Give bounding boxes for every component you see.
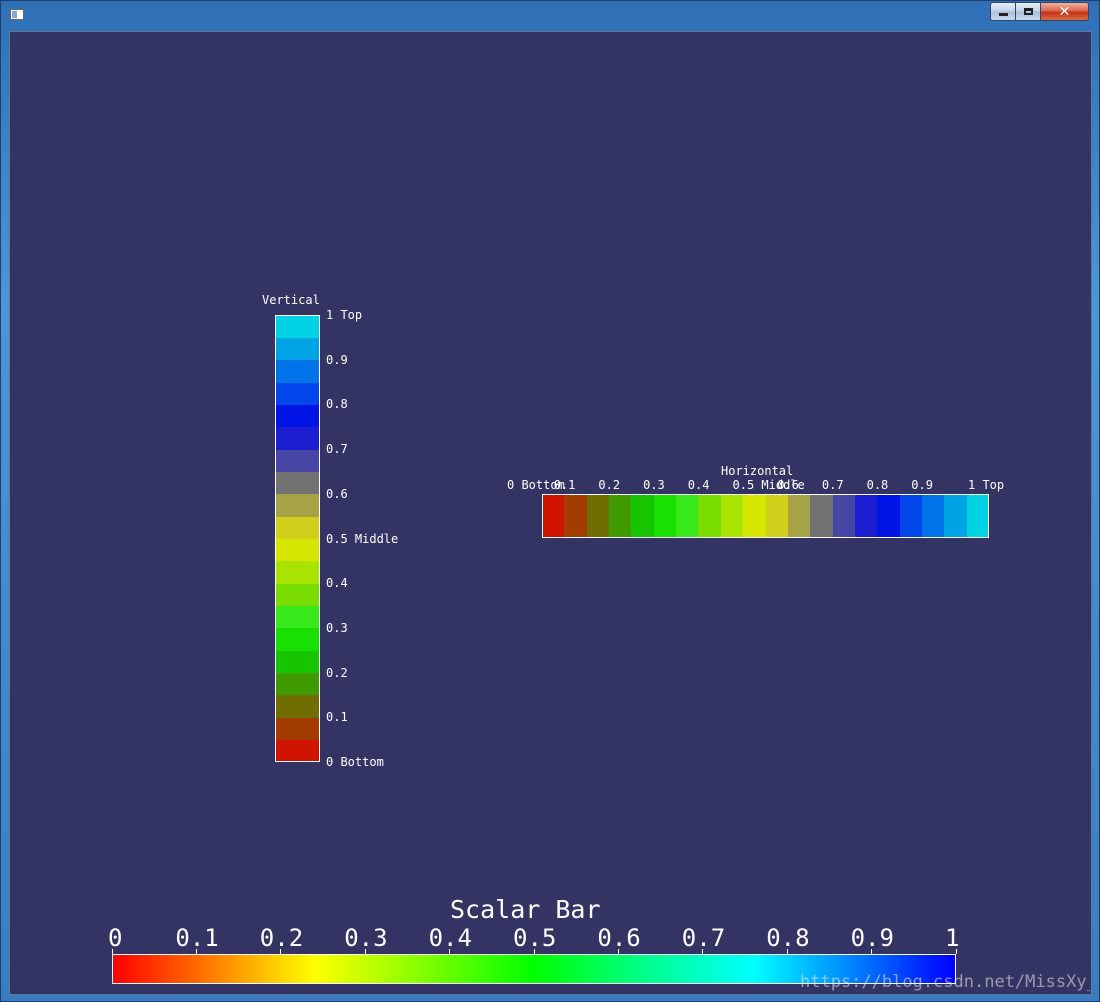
vertical-bar-label: 0.7	[326, 442, 348, 457]
scalar-bar-tick	[617, 949, 619, 954]
scalar-bar-label: 0.7	[681, 924, 726, 952]
horizontal-bar-label: 0.1	[553, 478, 576, 492]
horizontal-bar-label: 1 Top	[968, 478, 1005, 492]
scalar-bar-label: 0.8	[766, 924, 810, 952]
vertical-bar-label: 0.6	[326, 486, 348, 501]
scalar-bar-tick	[533, 949, 535, 954]
vertical-bar-label: 0.5 Middle	[326, 531, 399, 546]
title-bar[interactable]: ✕	[1, 1, 1099, 31]
scalar-bar-tick	[449, 949, 451, 954]
scalar-bar-tick	[364, 949, 366, 954]
scalar-bar-label: 0.6	[597, 924, 641, 952]
watermark-text: https://blog.csdn.net/MissXy_	[800, 972, 1092, 992]
horizontal-bar-label: 0.3	[643, 478, 665, 492]
scalar-bar-title: Scalar Bar	[450, 895, 601, 924]
application-window: ✕ Vertical 1 Top 0.9 0.8 0.7 0.6 0.5 Middle 0.…	[0, 0, 1100, 1002]
horizontal-bar-title: Horizontal	[721, 464, 794, 478]
scalar-bar-tick	[111, 949, 113, 954]
vertical-bar-label: 1 Top	[326, 308, 363, 322]
scalar-bar-tick	[786, 949, 788, 954]
vertical-bar-title: Vertical	[262, 293, 320, 307]
maximize-icon	[1023, 8, 1033, 15]
close-button[interactable]: ✕	[1040, 2, 1089, 21]
minimize-icon	[998, 13, 1008, 16]
scalar-bar-tick	[280, 949, 282, 954]
horizontal-bar-label: 0.2	[598, 478, 621, 492]
scalar-bar-label: 0	[108, 924, 123, 952]
minimize-button[interactable]	[990, 2, 1016, 21]
vertical-bar-label: 0.9	[326, 352, 348, 367]
vertical-bar-frame	[275, 315, 320, 762]
scalar-bar-label: 0.5	[513, 924, 557, 952]
horizontal-bar-label: 0.4	[687, 478, 710, 492]
vertical-bar-label: 0.1	[326, 710, 348, 725]
vertical-bar-label: 0.2	[326, 665, 348, 680]
scalar-bar-label: 0.1	[175, 924, 219, 952]
scalar-bar-tick	[955, 949, 957, 954]
horizontal-bar-label: 0.7	[821, 478, 844, 492]
scalar-bar-label: 1	[945, 924, 960, 952]
vertical-bar-label: 0.8	[326, 397, 348, 412]
maximize-button[interactable]	[1015, 2, 1041, 21]
scalar-bar-tick	[871, 949, 873, 954]
scalar-bar-label: 0.3	[344, 924, 388, 952]
scalar-bar-tick	[195, 949, 197, 954]
scalar-bar-label: 0.9	[850, 924, 894, 952]
scalar-bar-label: 0.4	[428, 924, 472, 952]
scalar-bar-tick	[702, 949, 704, 954]
horizontal-bar-label: 0.6	[777, 478, 799, 492]
horizontal-bar-label: 0.9	[911, 478, 933, 492]
vertical-bar-label: 0.4	[326, 576, 348, 591]
render-viewport[interactable]: Vertical 1 Top 0.9 0.8 0.7 0.6 0.5 Middle 0.4 0…	[9, 31, 1092, 995]
app-icon[interactable]	[10, 9, 24, 20]
scalar-bar-label: 0.2	[259, 924, 304, 952]
vertical-bar-label: 0 Bottom	[326, 755, 384, 769]
horizontal-bar-label: 0.8	[866, 478, 889, 492]
horizontal-bar-frame	[542, 494, 989, 538]
vertical-bar-label: 0.3	[326, 620, 348, 635]
close-icon: ✕	[1058, 3, 1071, 20]
